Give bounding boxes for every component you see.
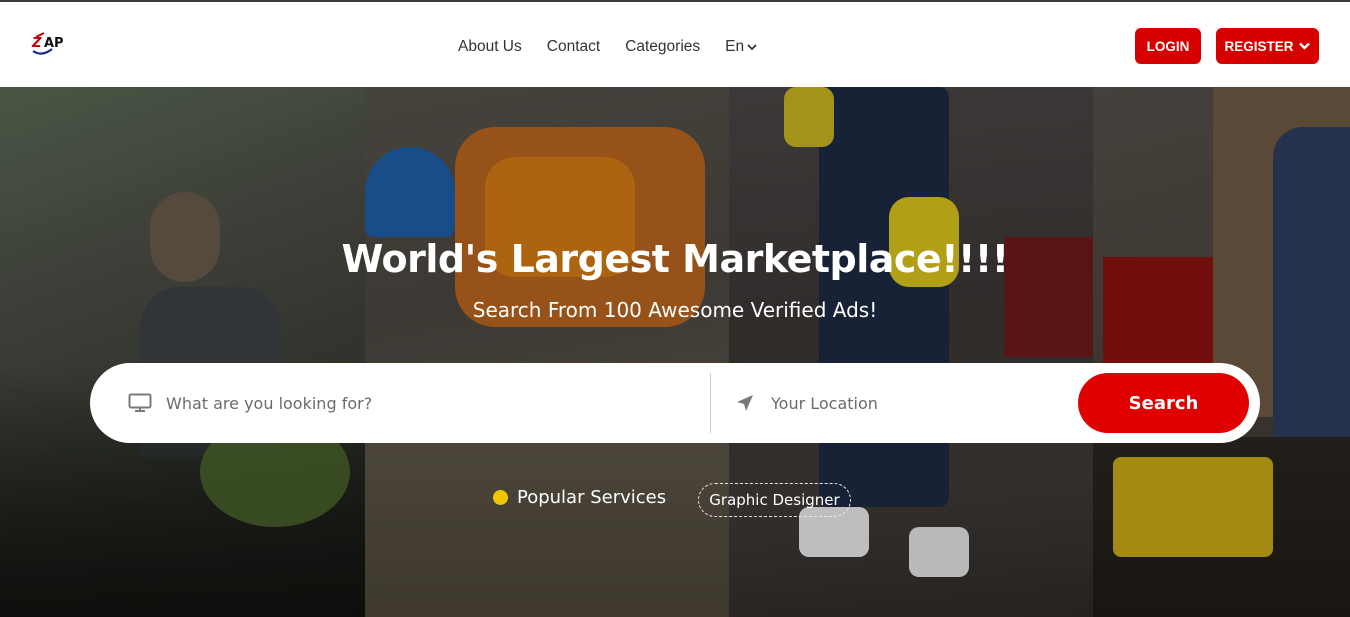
- svg-text:AP: AP: [44, 36, 64, 51]
- search-button[interactable]: Search: [1078, 373, 1249, 433]
- popular-services-label: Popular Services: [517, 487, 667, 508]
- register-label: REGISTER: [1224, 38, 1294, 54]
- hero-title: World's Largest Marketplace!!!!: [341, 237, 1009, 281]
- hero-banner: World's Largest Marketplace!!!! Search F…: [0, 87, 1350, 617]
- chevron-down-icon: [1298, 42, 1310, 50]
- monitor-icon: [128, 393, 152, 412]
- search-bar: Search: [90, 363, 1260, 443]
- hero-subtitle: Search From 100 Awesome Verified Ads!: [472, 298, 878, 322]
- search-focus-underline: [150, 441, 450, 443]
- login-button[interactable]: LOGIN: [1135, 28, 1201, 64]
- language-label: En: [725, 38, 745, 55]
- keyword-search: [128, 363, 666, 443]
- main-nav: About Us Contact Categories En: [458, 37, 783, 57]
- zap-logo[interactable]: Z AP: [30, 31, 74, 57]
- location-arrow-icon: [737, 395, 753, 411]
- location-search: [735, 363, 1051, 443]
- register-button[interactable]: REGISTER: [1216, 28, 1319, 64]
- popular-tag-graphic-designer[interactable]: Graphic Designer: [698, 483, 851, 517]
- login-label: LOGIN: [1146, 38, 1190, 54]
- hero-overlay: [0, 87, 1350, 617]
- keyword-search-input[interactable]: [166, 393, 666, 413]
- site-header: Z AP About Us Contact Categories En LOGI…: [0, 0, 1350, 87]
- chevron-down-icon: [747, 44, 757, 51]
- nav-categories[interactable]: Categories: [625, 38, 700, 56]
- popular-dot-icon: [493, 490, 508, 505]
- nav-about-us[interactable]: About Us: [458, 38, 522, 56]
- location-input[interactable]: [771, 393, 1051, 413]
- popular-services: Popular Services: [493, 487, 666, 508]
- nav-contact[interactable]: Contact: [547, 38, 600, 56]
- search-button-label: Search: [1128, 392, 1199, 414]
- language-selector[interactable]: En: [725, 38, 758, 56]
- search-divider: [710, 373, 711, 433]
- svg-text:Z: Z: [31, 36, 42, 51]
